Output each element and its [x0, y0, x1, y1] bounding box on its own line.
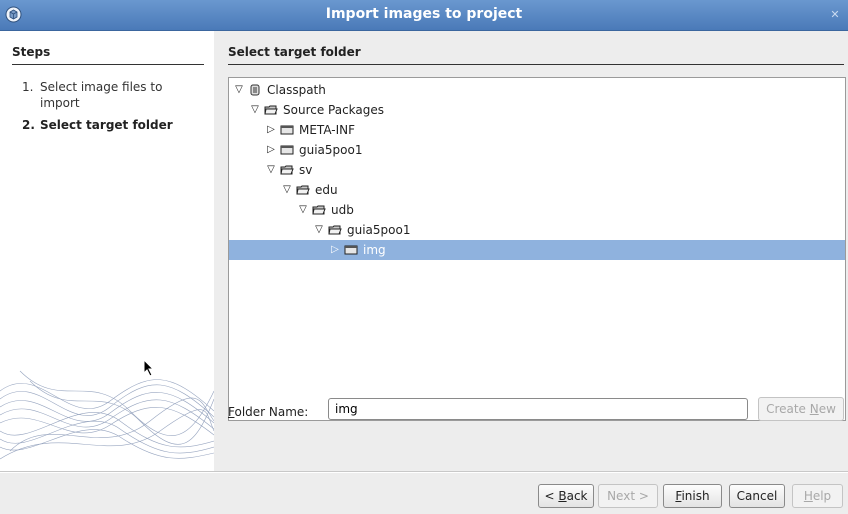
tree-item-label: udb	[331, 203, 354, 217]
folder-icon	[344, 245, 358, 255]
collapsed-triangle-icon[interactable]: ▷	[265, 120, 277, 140]
folder-open-icon	[328, 225, 342, 235]
tree-item-label: sv	[299, 163, 313, 177]
tree-row[interactable]: ▽ Source Packages	[229, 100, 845, 120]
folder-name-label: Folder Name:	[228, 405, 308, 419]
cancel-button[interactable]: Cancel	[729, 484, 785, 508]
window-title: Import images to project	[325, 6, 523, 22]
tree-item-label: guia5poo1	[347, 223, 411, 237]
folder-name-input[interactable]	[328, 398, 748, 420]
mnemonic-char: H	[803, 489, 813, 503]
create-new-button[interactable]: Create New	[758, 397, 844, 421]
button-text: inish	[681, 489, 710, 503]
step-label: Select image files to import	[40, 80, 163, 110]
decorative-waves-image	[0, 370, 214, 460]
folder-open-icon	[312, 205, 326, 215]
folder-open-icon	[264, 105, 278, 115]
step-1: 1. Select image files to import	[22, 79, 202, 111]
button-text: elp	[812, 489, 832, 503]
tree-item-label: img	[363, 243, 386, 257]
tree-row[interactable]: ▷ META-INF	[229, 120, 845, 140]
folder-open-icon	[280, 165, 294, 175]
expanded-triangle-icon[interactable]: ▽	[249, 100, 261, 120]
folder-open-icon	[296, 185, 310, 195]
tree-item-label: Source Packages	[283, 103, 385, 117]
tree-row[interactable]: ▷ guia5poo1	[229, 140, 845, 160]
mouse-cursor-icon	[143, 359, 155, 377]
steps-panel: Steps 1. Select image files to import 2. S…	[0, 31, 214, 471]
divider	[0, 472, 848, 473]
expanded-triangle-icon[interactable]: ▽	[265, 160, 277, 180]
tree-item-label: Classpath	[267, 83, 326, 97]
finish-button[interactable]: Finish	[663, 484, 722, 508]
tree-row[interactable]: ▷ img	[229, 240, 845, 260]
collapsed-triangle-icon[interactable]: ▷	[265, 140, 277, 160]
mnemonic-char: B	[558, 489, 567, 503]
button-text: <	[544, 489, 559, 503]
expanded-triangle-icon[interactable]: ▽	[281, 180, 293, 200]
close-icon[interactable]: ✕	[826, 6, 844, 24]
button-text: ew	[818, 402, 836, 416]
button-text: ack	[566, 489, 588, 503]
tree-row[interactable]: ▽ sv	[229, 160, 845, 180]
tree-item-label: META-INF	[299, 123, 356, 137]
section-heading: Select target folder	[228, 45, 844, 65]
steps-heading: Steps	[12, 45, 204, 65]
window-titlebar[interactable]: Import images to project ✕	[0, 0, 848, 31]
step-label: Select target folder	[40, 118, 173, 132]
step-2: 2. Select target folder	[22, 117, 173, 133]
expanded-triangle-icon[interactable]: ▽	[297, 200, 309, 220]
collapsed-triangle-icon[interactable]: ▷	[329, 240, 341, 260]
expanded-triangle-icon[interactable]: ▽	[233, 80, 245, 100]
tree-row[interactable]: ▽ Classpath	[229, 80, 845, 100]
tree-row[interactable]: ▽ guia5poo1	[229, 220, 845, 240]
classpath-icon	[250, 84, 260, 96]
folder-icon	[280, 145, 294, 155]
main-content: Select target folder ▽ Classpath ▽ Source P…	[214, 31, 848, 471]
button-text: Create	[766, 402, 810, 416]
tree-row[interactable]: ▽ udb	[229, 200, 845, 220]
back-button[interactable]: < Back	[538, 484, 594, 508]
folder-icon	[280, 125, 294, 135]
mnemonic-char: N	[809, 402, 819, 416]
folder-tree[interactable]: ▽ Classpath ▽ Source Packages ▷ META-INF ▷ guia…	[228, 77, 846, 421]
folder-name-label-text: older Name:	[234, 405, 309, 419]
expanded-triangle-icon[interactable]: ▽	[313, 220, 325, 240]
step-number: 2.	[22, 118, 35, 132]
tree-item-label: edu	[315, 183, 338, 197]
tree-row[interactable]: ▽ edu	[229, 180, 845, 200]
next-button[interactable]: Next >	[598, 484, 658, 508]
help-button[interactable]: Help	[792, 484, 843, 508]
tree-item-label: guia5poo1	[299, 143, 363, 157]
step-number: 1.	[22, 80, 34, 94]
